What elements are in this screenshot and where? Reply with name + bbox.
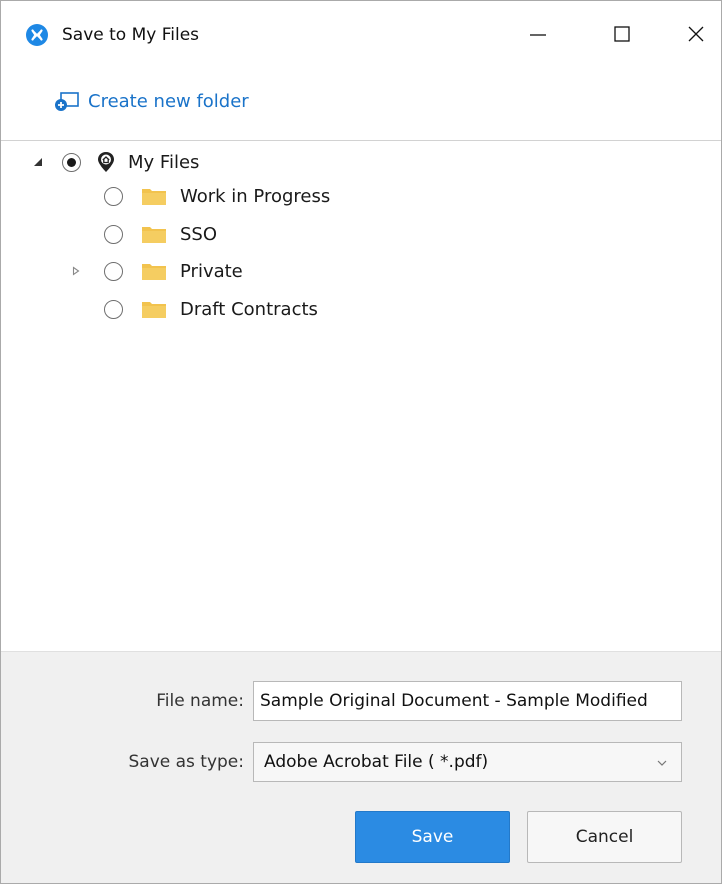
collapse-arrow-icon[interactable] [32,156,44,168]
app-logo-icon [26,24,48,46]
tree-label-sso: SSO [180,223,218,245]
folder-icon [141,224,167,244]
save-dialog: Save to My Files Create new folder My Fi… [0,0,722,884]
window-title: Save to My Files [62,25,200,45]
folder-icon [141,186,167,206]
create-new-folder-label: Create new folder [88,90,249,112]
title-bar: Save to My Files [1,1,721,65]
tree-label-draft-contracts: Draft Contracts [180,298,318,320]
tree-label-private: Private [180,260,243,282]
radio-my-files[interactable] [62,152,81,172]
create-new-folder-link[interactable]: Create new folder [54,89,249,113]
maximize-icon [614,26,630,42]
tree-label-work-in-progress: Work in Progress [180,185,331,207]
tree-node-sso[interactable]: SSO [104,216,217,252]
cancel-button[interactable]: Cancel [527,811,682,863]
new-folder-icon [54,89,80,113]
expand-arrow-icon[interactable] [70,265,82,277]
radio-private[interactable] [104,261,123,281]
minimize-button[interactable] [511,11,565,57]
maximize-button[interactable] [595,11,649,57]
save-button[interactable]: Save [355,811,510,863]
tree-label-my-files: My Files [128,151,200,173]
tree-node-my-files[interactable]: My Files [32,144,199,180]
folder-tree: My Files Work in Progress SSO Private Dr… [1,141,721,651]
close-icon [688,26,704,42]
chevron-down-icon [655,755,669,769]
close-button[interactable] [669,11,722,57]
folder-icon [141,299,167,319]
tree-node-private[interactable]: Private [70,253,243,289]
tree-node-draft-contracts[interactable]: Draft Contracts [104,291,318,327]
home-pin-icon [96,151,116,173]
minimize-icon [530,34,546,36]
radio-work-in-progress[interactable] [104,186,123,206]
tree-node-work-in-progress[interactable]: Work in Progress [104,178,330,214]
file-name-label: File name: [156,691,244,711]
file-name-input[interactable] [253,681,682,721]
save-as-type-label: Save as type: [128,752,244,772]
folder-icon [141,261,167,281]
radio-sso[interactable] [104,224,123,244]
radio-draft-contracts[interactable] [104,299,123,319]
toolbar: Create new folder [1,81,721,125]
save-as-type-value: Adobe Acrobat File ( *.pdf) [264,752,489,772]
save-as-type-select[interactable]: Adobe Acrobat File ( *.pdf) [253,742,682,782]
save-options-panel: File name: Save as type: Adobe Acrobat F… [1,651,721,883]
